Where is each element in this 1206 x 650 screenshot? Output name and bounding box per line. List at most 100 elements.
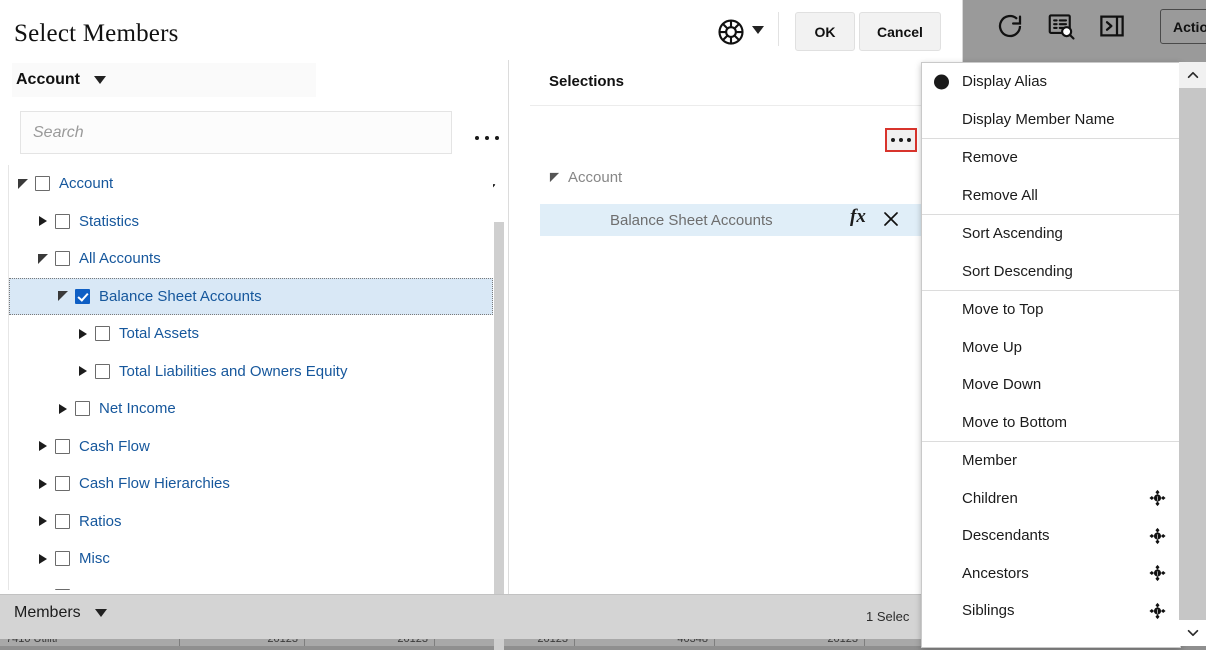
tree-item-row[interactable]: Statistics [9, 203, 493, 241]
tree-item-label: Net Income [99, 400, 176, 418]
triangle-expanded-icon[interactable] [549, 172, 560, 183]
chevron-down-icon [94, 609, 107, 617]
tree-item-checkbox[interactable] [55, 476, 70, 492]
tree-item-checkbox[interactable] [95, 326, 110, 342]
refresh-icon[interactable] [995, 11, 1025, 41]
triangle-expanded-icon[interactable] [57, 290, 69, 302]
tree-item-checkbox[interactable] [55, 513, 70, 529]
search-input-wrapper[interactable] [20, 111, 452, 154]
tree-item-row[interactable]: Net Income [9, 390, 493, 428]
relationship-icon[interactable]: I [1149, 490, 1166, 507]
triangle-collapsed-icon[interactable] [37, 215, 49, 227]
tree-item-label: Balance Sheet Accounts [99, 287, 262, 305]
dimension-selector[interactable]: Account [12, 63, 316, 97]
menu-item-display-member-name[interactable]: Display Member Name [922, 101, 1180, 139]
menu-item-label: Sort Ascending [962, 225, 1063, 243]
tree-item-row[interactable]: Cash Flow [9, 428, 493, 466]
menu-item-move-to-top[interactable]: Move to Top [922, 291, 1180, 329]
triangle-collapsed-icon[interactable] [77, 365, 89, 377]
page-title: Select Members [14, 20, 179, 47]
menu-item-children[interactable]: Children I [922, 480, 1180, 518]
menu-item-label: Children [962, 489, 1018, 507]
tree-item-row[interactable]: Total Assets [9, 315, 493, 353]
tree-item-row[interactable]: Cash Flow Hierarchies [9, 465, 493, 503]
search-input[interactable] [21, 112, 451, 153]
triangle-collapsed-icon[interactable] [37, 515, 49, 527]
triangle-collapsed-icon[interactable] [77, 328, 89, 340]
tree-item-label: Total Liabilities and Owners Equity [119, 362, 348, 380]
ok-button[interactable]: OK [795, 12, 855, 51]
members-selector-label: Members [14, 604, 81, 621]
tree-item-row[interactable]: Ratios [9, 503, 493, 541]
tree-item-checkbox[interactable] [35, 176, 50, 192]
triangle-collapsed-icon[interactable] [37, 440, 49, 452]
menu-item-sort-descending[interactable]: Sort Descending [922, 253, 1180, 291]
menu-item-label: Sort Descending [962, 262, 1073, 280]
tree-item-checkbox[interactable] [55, 251, 70, 267]
collapse-panel-icon[interactable] [1097, 11, 1127, 41]
tree-item-checkbox[interactable] [55, 438, 70, 454]
relationship-icon[interactable]: I [1149, 565, 1166, 582]
menu-item-label: Siblings [962, 602, 1015, 620]
menu-item-ancestors[interactable]: Ancestors I [922, 555, 1180, 593]
tree-item-checkbox[interactable] [55, 551, 70, 567]
chevron-down-icon[interactable] [752, 26, 764, 34]
tree-item-row[interactable]: Misc [9, 540, 493, 578]
chevron-down-icon[interactable] [1179, 620, 1206, 646]
selections-overflow-menu-icon[interactable] [885, 128, 917, 152]
divider [530, 105, 962, 106]
context-menu-scrollbar-thumb[interactable] [1179, 88, 1206, 173]
menu-item-move-to-bottom[interactable]: Move to Bottom [922, 404, 1180, 442]
relationship-icon[interactable]: I [1149, 602, 1166, 619]
close-icon[interactable] [882, 210, 900, 228]
tree-item-checkbox[interactable] [75, 288, 90, 304]
tree-item-row[interactable]: Account [9, 165, 493, 203]
context-menu-scrollbar[interactable] [1179, 62, 1206, 646]
tree-item-label: Cash Flow Hierarchies [79, 475, 230, 493]
tree-item-row[interactable]: PL [9, 578, 493, 590]
formula-fx-icon[interactable]: fx [850, 206, 866, 228]
tree-item-label: Misc [79, 550, 110, 568]
menu-item-display-alias[interactable]: Display Alias [922, 63, 1180, 101]
selections-root-row[interactable]: Account [530, 164, 962, 190]
tree-scrollbar-thumb[interactable] [494, 222, 504, 650]
members-selector[interactable]: Members [14, 604, 107, 622]
menu-item-member[interactable]: Member [922, 442, 1180, 480]
tree-item-checkbox[interactable] [55, 213, 70, 229]
cancel-button[interactable]: Cancel [859, 12, 941, 51]
triangle-expanded-icon[interactable] [17, 178, 29, 190]
tree-item-checkbox[interactable] [55, 588, 70, 590]
dimension-selector-label: Account [16, 71, 80, 88]
menu-item-move-up[interactable]: Move Up [922, 329, 1180, 367]
triangle-collapsed-icon[interactable] [37, 553, 49, 565]
menu-item-sort-ascending[interactable]: Sort Ascending [922, 215, 1180, 253]
life-preserver-icon[interactable] [716, 17, 746, 47]
tree-item-checkbox[interactable] [75, 401, 90, 417]
list-search-icon[interactable] [1046, 11, 1076, 41]
selections-title: Selections [549, 73, 625, 90]
tree-item-checkbox[interactable] [95, 363, 110, 379]
chevron-up-icon[interactable] [1179, 62, 1206, 88]
tree-item-label: Total Assets [119, 325, 200, 343]
tree-item-row[interactable]: Total Liabilities and Owners Equity [9, 353, 493, 391]
actions-button[interactable]: Actions [1160, 9, 1206, 44]
menu-item-remove-all[interactable]: Remove All [922, 177, 1180, 215]
triangle-collapsed-icon[interactable] [57, 403, 69, 415]
overflow-menu-icon[interactable] [475, 130, 499, 146]
cancel-button-label: Cancel [877, 23, 923, 40]
ok-button-label: OK [814, 23, 836, 40]
member-tree[interactable]: Account Statistics All Accounts Balance She… [8, 165, 493, 590]
panel-divider [508, 60, 509, 594]
menu-item-remove[interactable]: Remove [922, 139, 1180, 177]
selections-context-menu[interactable]: Display Alias Display Member Name Remove Re… [921, 62, 1181, 648]
menu-item-siblings[interactable]: Siblings I [922, 592, 1180, 630]
menu-item-label: Display Member Name [962, 110, 1115, 128]
menu-item-move-down[interactable]: Move Down [922, 366, 1180, 404]
tree-item-row[interactable]: All Accounts [9, 240, 493, 278]
relationship-icon[interactable]: I [1149, 527, 1166, 544]
triangle-collapsed-icon[interactable] [37, 478, 49, 490]
menu-item-descendants[interactable]: Descendants I [922, 517, 1180, 555]
actions-button-label: Actions [1173, 18, 1206, 35]
triangle-expanded-icon[interactable] [37, 253, 49, 265]
tree-item-row[interactable]: Balance Sheet Accounts [9, 277, 493, 315]
